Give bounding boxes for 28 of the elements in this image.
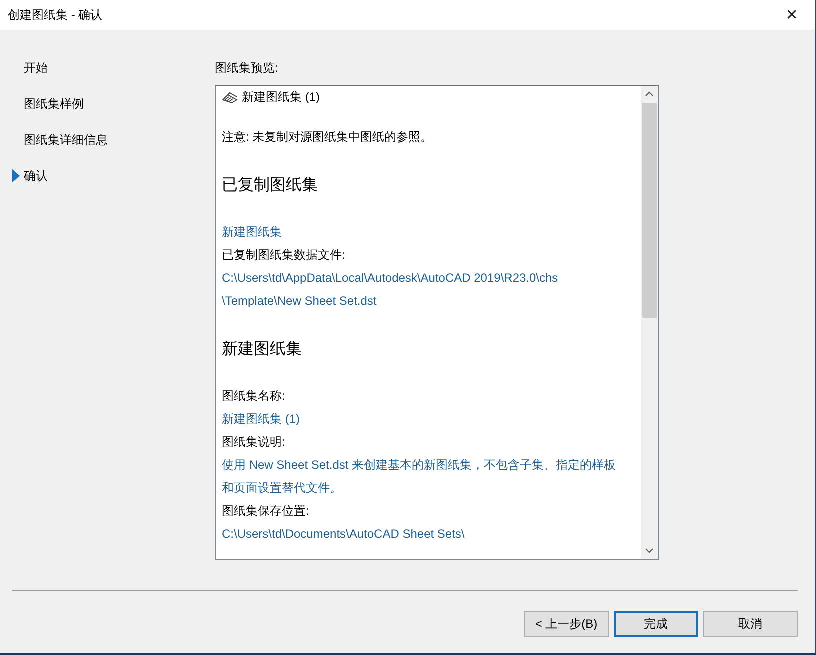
sheet-set-icon (222, 92, 238, 104)
wizard-button[interactable]: 完成 (614, 611, 698, 637)
field-value: C:\Users\td\AppData\Local\Autodesk\AutoCAD 2019\R23.0\chs (222, 270, 560, 287)
field-label: 图纸集说明: (222, 434, 286, 451)
field-value: 新建图纸集 (1) (222, 411, 301, 428)
wizard-step[interactable]: 图纸集详细信息 (24, 132, 108, 148)
field-label: 已复制图纸集数据文件: (222, 247, 346, 264)
field-value: C:\Users\td\Documents\AutoCAD Sheet Sets\ (222, 526, 466, 543)
field-value: 使用 New Sheet Set.dst 来创建基本的新图纸集，不包含子集、指定的样板和页面设置替代文件。 (222, 457, 617, 497)
wizard-step[interactable]: 开始 (24, 60, 48, 76)
field-label: 图纸集名称: (222, 388, 286, 405)
preview-label: 图纸集预览: (215, 60, 280, 77)
field-value: \Template\New Sheet Set.dst (222, 293, 378, 310)
field-value: 新建图纸集 (222, 224, 283, 241)
section-heading: 新建图纸集 (222, 340, 303, 360)
wizard-step[interactable]: 确认 (24, 168, 48, 184)
current-step-icon (12, 169, 20, 183)
scrollbar[interactable] (641, 86, 658, 559)
note-text: 注意: 未复制对源图纸集中图纸的参照。 (222, 129, 434, 146)
scrollbar-thumb[interactable] (642, 103, 657, 318)
wizard-button[interactable]: 取消 (703, 611, 798, 637)
window-title: 创建图纸集 - 确认 (8, 6, 103, 24)
close-button[interactable]: ✕ (777, 2, 807, 28)
section-heading: 已复制图纸集 (222, 176, 319, 196)
wizard-button[interactable]: < 上一步(B) (524, 611, 609, 637)
field-label: 图纸集保存位置: (222, 503, 310, 520)
wizard-step[interactable]: 图纸集样例 (24, 96, 84, 112)
sheet-set-name: 新建图纸集 (1) (242, 89, 320, 106)
